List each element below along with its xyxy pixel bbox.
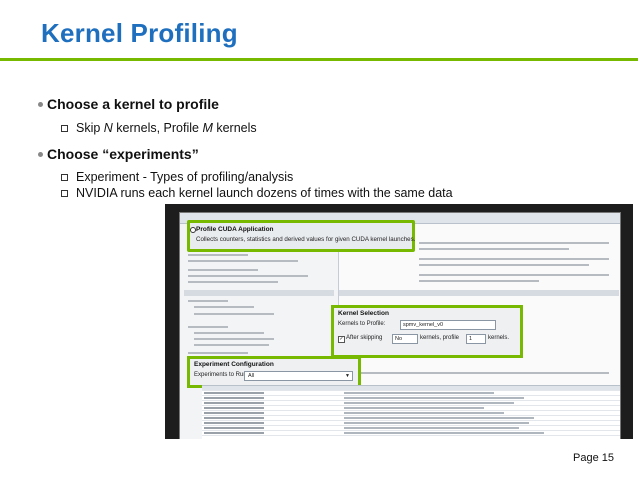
placeholder-line bbox=[188, 352, 248, 354]
profiler-screenshot: Profile CUDA Application Collects counte… bbox=[165, 204, 633, 439]
title-divider bbox=[0, 58, 638, 61]
bullet-dot-icon bbox=[38, 152, 43, 157]
experiments-select-value: All bbox=[248, 373, 255, 379]
sub-bullet-text: Experiment - Types of profiling/analysis bbox=[76, 170, 294, 184]
kernels-to-profile-label: Kernels to Profile: bbox=[338, 321, 386, 327]
experiment-configuration-heading: Experiment Configuration bbox=[194, 361, 274, 368]
placeholder-line bbox=[188, 326, 228, 328]
placeholder-line bbox=[419, 242, 609, 244]
chevron-down-icon: ▼ bbox=[345, 373, 350, 379]
placeholder-line bbox=[188, 300, 228, 302]
bullet-text: Choose “experiments” bbox=[47, 146, 199, 162]
placeholder-line bbox=[188, 254, 248, 256]
placeholder-line bbox=[419, 258, 609, 260]
kernel-selection-heading: Kernel Selection bbox=[338, 310, 389, 317]
sub-bullet-nvidia-runs: NVIDIA runs each kernel launch dozens of… bbox=[61, 186, 453, 200]
profile-cuda-application-option[interactable]: Profile CUDA Application Collects counte… bbox=[187, 220, 415, 252]
placeholder-line bbox=[194, 306, 254, 308]
profiler-dialog: Profile CUDA Application Collects counte… bbox=[179, 212, 621, 439]
placeholder-line bbox=[419, 264, 589, 266]
page-number: Page 15 bbox=[573, 452, 614, 464]
sub-bullet-text-part: kernels bbox=[212, 121, 257, 135]
placeholder-line bbox=[194, 332, 264, 334]
slide-title: Kernel Profiling bbox=[41, 18, 238, 48]
placeholder-line bbox=[188, 269, 258, 271]
bullet-choose-kernel: Choose a kernel to profile bbox=[38, 96, 219, 112]
bullet-dot-icon bbox=[38, 102, 43, 107]
experiments-table bbox=[202, 385, 620, 439]
experiments-to-run-select[interactable]: All ▼ bbox=[244, 371, 353, 381]
placeholder-line bbox=[194, 313, 274, 315]
profile-option-heading: Profile CUDA Application bbox=[196, 226, 274, 233]
bullet-choose-experiments: Choose “experiments” bbox=[38, 146, 199, 162]
skip-count-input[interactable]: No bbox=[392, 334, 418, 344]
experiment-configuration-panel: Experiment Configuration Experiments to … bbox=[187, 356, 361, 388]
placeholder-line bbox=[188, 260, 298, 262]
kernels-profile-label: kernels, profile bbox=[420, 335, 460, 341]
kernel-name-input[interactable]: spmv_kernel_v0 bbox=[400, 320, 496, 330]
square-bullet-icon bbox=[61, 190, 68, 197]
square-bullet-icon bbox=[61, 125, 68, 132]
sub-bullet-text-part: kernels, Profile bbox=[112, 121, 203, 135]
profile-option-description: Collects counters, statistics and derive… bbox=[196, 236, 416, 243]
bullet-text: Choose a kernel to profile bbox=[47, 96, 219, 112]
variable-m: M bbox=[202, 121, 213, 135]
sub-bullet-text: NVIDIA runs each kernel launch dozens of… bbox=[76, 186, 453, 200]
sub-bullet-text-part: Skip bbox=[76, 121, 104, 135]
profile-count-input[interactable]: 1 bbox=[466, 334, 486, 344]
section-header-bar bbox=[184, 290, 334, 296]
kernel-selection-panel: Kernel Selection Kernels to Profile: spm… bbox=[331, 305, 523, 358]
section-header-bar bbox=[339, 290, 619, 296]
placeholder-line bbox=[194, 344, 269, 346]
after-skipping-checkbox[interactable]: ✓ bbox=[338, 336, 345, 343]
placeholder-line bbox=[419, 248, 569, 250]
square-bullet-icon bbox=[61, 174, 68, 181]
placeholder-line bbox=[419, 280, 539, 282]
variable-n: N bbox=[103, 121, 113, 135]
sub-bullet-skip-kernels: Skip N kernels, Profile M kernels bbox=[61, 121, 257, 135]
placeholder-line bbox=[194, 338, 274, 340]
sub-bullet-experiment-types: Experiment - Types of profiling/analysis bbox=[61, 170, 294, 184]
experiments-to-run-label: Experiments to Run: bbox=[194, 372, 249, 378]
table-row[interactable] bbox=[202, 431, 620, 436]
kernels-label: kernels. bbox=[488, 335, 510, 341]
after-skipping-label: After skipping bbox=[346, 335, 383, 341]
placeholder-line bbox=[188, 275, 308, 277]
placeholder-line bbox=[188, 281, 278, 283]
placeholder-line bbox=[359, 372, 609, 374]
placeholder-line bbox=[419, 274, 609, 276]
